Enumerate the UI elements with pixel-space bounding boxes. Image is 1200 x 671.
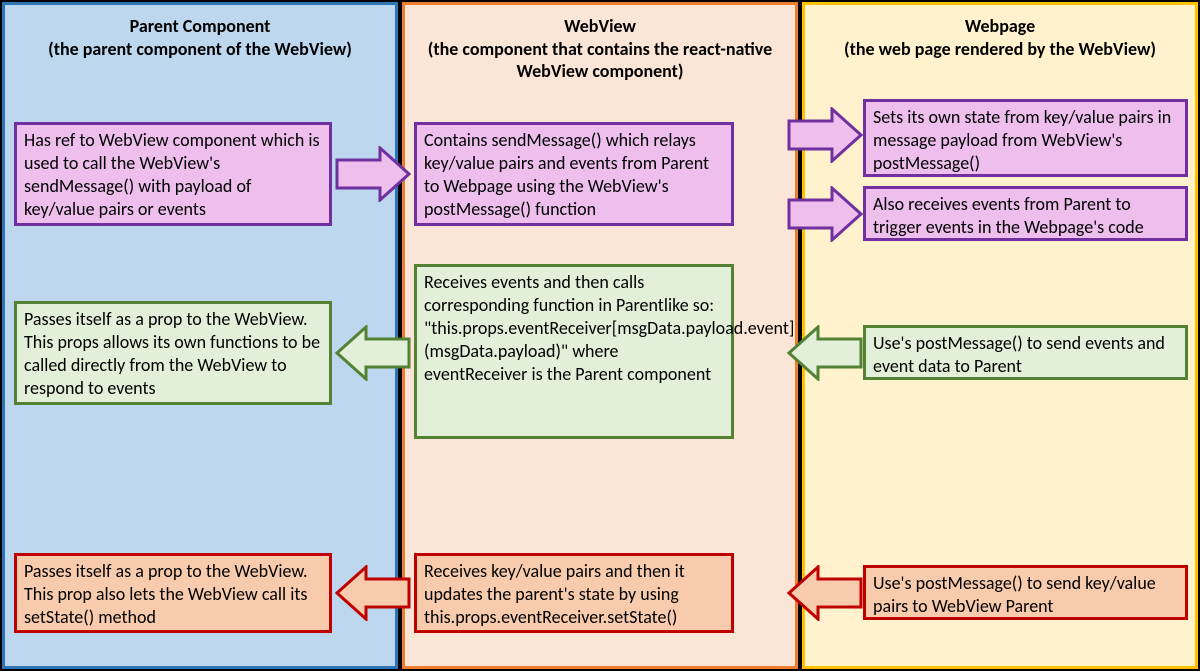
column-webview-title: WebView	[413, 15, 787, 38]
column-webview-header: WebView (the component that contains the…	[413, 11, 787, 95]
box-green-webpage: Use's postMessage() to send events and e…	[863, 325, 1188, 380]
box-green-webview: Receives events and then calls correspon…	[414, 264, 734, 439]
arrow-left-icon	[787, 565, 863, 621]
arrow-left-icon	[335, 565, 411, 621]
column-webpage-subtitle: (the web page rendered by the WebView)	[813, 38, 1187, 61]
box-green-parent: Passes itself as a prop to the WebView. …	[14, 301, 332, 405]
column-webpage-header: Webpage (the web page rendered by the We…	[813, 11, 1187, 95]
box-purple-webpage-bottom: Also receives events from Parent to trig…	[863, 186, 1188, 241]
box-purple-parent: Has ref to WebView component which is us…	[14, 122, 332, 226]
column-webpage-title: Webpage	[813, 15, 1187, 38]
arrow-right-icon	[335, 146, 411, 202]
column-parent-title: Parent Component	[13, 15, 387, 38]
arrow-right-icon	[787, 186, 863, 242]
column-parent-header: Parent Component (the parent component o…	[13, 11, 387, 95]
arrow-right-icon	[787, 107, 863, 163]
arrow-left-icon	[335, 325, 411, 381]
box-red-parent: Passes itself as a prop to the WebView. …	[14, 553, 332, 633]
box-red-webpage: Use's postMessage() to send key/value pa…	[863, 565, 1188, 620]
column-parent-subtitle: (the parent component of the WebView)	[13, 38, 387, 61]
arrow-left-icon	[787, 325, 863, 381]
column-webview-subtitle: (the component that contains the react-n…	[413, 38, 787, 83]
box-red-webview: Receives key/value pairs and then it upd…	[414, 553, 734, 633]
box-purple-webpage-top: Sets its own state from key/value pairs …	[863, 99, 1188, 177]
box-purple-webview: Contains sendMessage() which relays key/…	[414, 122, 734, 226]
